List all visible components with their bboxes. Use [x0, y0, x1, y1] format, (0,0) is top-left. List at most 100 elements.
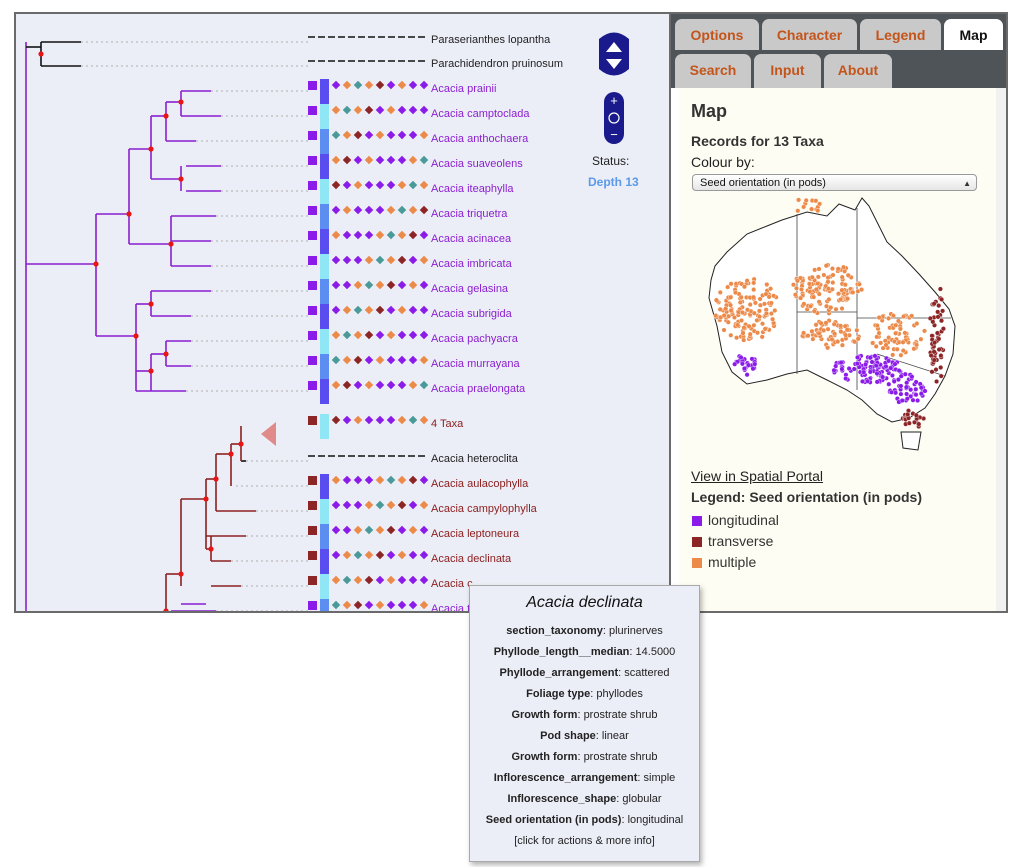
- zoom-in-icon: +: [610, 93, 618, 108]
- colour-by-select[interactable]: Seed orientation (in pods) ▲: [692, 174, 977, 191]
- trait-diamond: [375, 380, 385, 390]
- trait-diamond: [364, 255, 374, 265]
- taxon-label[interactable]: Acacia leptoneura: [431, 528, 519, 540]
- taxon-label[interactable]: Acacia triquetra: [431, 208, 507, 220]
- taxon-label[interactable]: Acacia prainii: [431, 83, 496, 95]
- trait-diamond: [408, 130, 418, 140]
- app-frame: + − Paraserianthes lopantha Parachidendron…: [14, 12, 1008, 613]
- trait-diamond: [419, 330, 429, 340]
- panel-scrollbar[interactable]: [996, 88, 1006, 611]
- taxon-label[interactable]: Parachidendron pruinosum: [431, 58, 563, 70]
- trait-diamond: [397, 500, 407, 510]
- occurrence-point: [766, 294, 772, 300]
- occurrence-point: [854, 354, 860, 360]
- tree-node: [178, 99, 184, 105]
- trait-diamond: [408, 500, 418, 510]
- trait-diamond: [342, 230, 352, 240]
- trait-diamond: [375, 550, 385, 560]
- legend-item-multiple: multiple: [692, 554, 756, 570]
- occurrence-point: [905, 411, 911, 417]
- tab-bar: Options Character Legend Map Search Inpu…: [671, 14, 1006, 88]
- trait-diamond: [419, 180, 429, 190]
- trait-diamond: [331, 130, 341, 140]
- trait-diamond: [408, 525, 418, 535]
- occurrence-point: [876, 315, 882, 321]
- occurrence-point: [831, 321, 837, 327]
- occurrence-point: [914, 342, 920, 348]
- trait-bar: [320, 474, 329, 499]
- tree-node: [208, 546, 214, 552]
- taxon-label[interactable]: Acacia praelongata: [431, 383, 525, 395]
- occurrence-point: [816, 299, 822, 305]
- tab-input[interactable]: Input: [754, 54, 821, 88]
- taxon-label[interactable]: Paraserianthes lopantha: [431, 34, 550, 46]
- occurrence-point: [872, 353, 878, 359]
- trait-diamond: [419, 575, 429, 585]
- taxon-label[interactable]: Acacia gelasina: [431, 283, 508, 295]
- taxon-label[interactable]: Acacia campylophylla: [431, 503, 537, 515]
- occurrence-point: [886, 381, 892, 387]
- tooltip-key: Phyllode_arrangement: [499, 667, 619, 679]
- occurrence-point: [815, 280, 821, 286]
- occurrence-point: [913, 379, 919, 385]
- tree-node: [203, 496, 209, 502]
- occurrence-point: [811, 294, 817, 300]
- trait-diamond: [342, 180, 352, 190]
- trait-diamond: [331, 355, 341, 365]
- trait-diamond: [386, 600, 396, 610]
- trait-diamond: [419, 80, 429, 90]
- occurrence-point: [901, 313, 907, 319]
- tab-search[interactable]: Search: [675, 54, 751, 88]
- occurrence-point: [940, 326, 946, 332]
- tab-character[interactable]: Character: [762, 19, 857, 50]
- tooltip-row: Inflorescence_shape: globular: [470, 793, 699, 805]
- trait-diamond: [331, 500, 341, 510]
- occurrence-point: [894, 346, 900, 352]
- tooltip-key: Phyllode_length__median: [493, 646, 630, 658]
- spatial-portal-link[interactable]: View in Spatial Portal: [691, 468, 823, 484]
- tab-map[interactable]: Map: [944, 19, 1003, 50]
- tab-legend[interactable]: Legend: [860, 19, 941, 50]
- phylogenetic-tree[interactable]: +−: [16, 14, 669, 611]
- taxon-label[interactable]: 4 Taxa: [431, 418, 463, 430]
- occurrence-point: [931, 301, 937, 307]
- occurrence-point: [825, 275, 831, 281]
- occurrence-point: [754, 330, 760, 336]
- taxon-label[interactable]: Acacia anthochaera: [431, 133, 528, 145]
- occurrence-point: [839, 305, 845, 311]
- tooltip-key: Growth form: [511, 751, 578, 763]
- legend-item-longitudinal: longitudinal: [692, 512, 779, 528]
- occurrence-point: [869, 359, 875, 365]
- trait-bar: [320, 279, 329, 304]
- occurrence-point: [823, 263, 829, 269]
- taxon-label[interactable]: Acacia iteaphylla: [431, 183, 514, 195]
- trait-diamond: [397, 280, 407, 290]
- taxon-label[interactable]: Acacia c: [431, 578, 473, 590]
- trait-diamond: [353, 180, 363, 190]
- taxon-label[interactable]: Acacia declinata: [431, 553, 511, 565]
- taxon-label[interactable]: Acacia imbricata: [431, 258, 512, 270]
- taxon-label[interactable]: Acacia t: [431, 603, 470, 611]
- tab-about[interactable]: About: [824, 54, 892, 88]
- occurrence-point: [843, 332, 849, 338]
- trait-diamond: [408, 330, 418, 340]
- trait-diamond: [386, 280, 396, 290]
- taxon-label[interactable]: Acacia acinacea: [431, 233, 511, 245]
- trait-diamond: [364, 355, 374, 365]
- trait-diamond: [419, 550, 429, 560]
- occurrence-point: [876, 330, 882, 336]
- taxon-label[interactable]: Acacia suaveolens: [431, 158, 523, 170]
- trait-diamond: [342, 305, 352, 315]
- taxon-label[interactable]: Acacia murrayana: [431, 358, 520, 370]
- taxon-label[interactable]: Acacia aulacophylla: [431, 478, 528, 490]
- taxon-label[interactable]: Acacia pachyacra: [431, 333, 518, 345]
- australia-map[interactable]: [687, 194, 987, 462]
- tab-options[interactable]: Options: [675, 19, 759, 50]
- tree-panel[interactable]: + − Paraserianthes lopantha Parachidendron…: [16, 14, 669, 611]
- taxon-label[interactable]: Acacia heteroclita: [431, 453, 518, 465]
- trait-diamond: [419, 105, 429, 115]
- taxon-label[interactable]: Acacia camptoclada: [431, 108, 529, 120]
- taxon-label[interactable]: Acacia subrigida: [431, 308, 512, 320]
- taxon-tooltip[interactable]: Acacia declinata section_taxonomy: pluri…: [469, 585, 700, 862]
- tooltip-more-info-link[interactable]: [click for actions & more info]: [470, 835, 699, 847]
